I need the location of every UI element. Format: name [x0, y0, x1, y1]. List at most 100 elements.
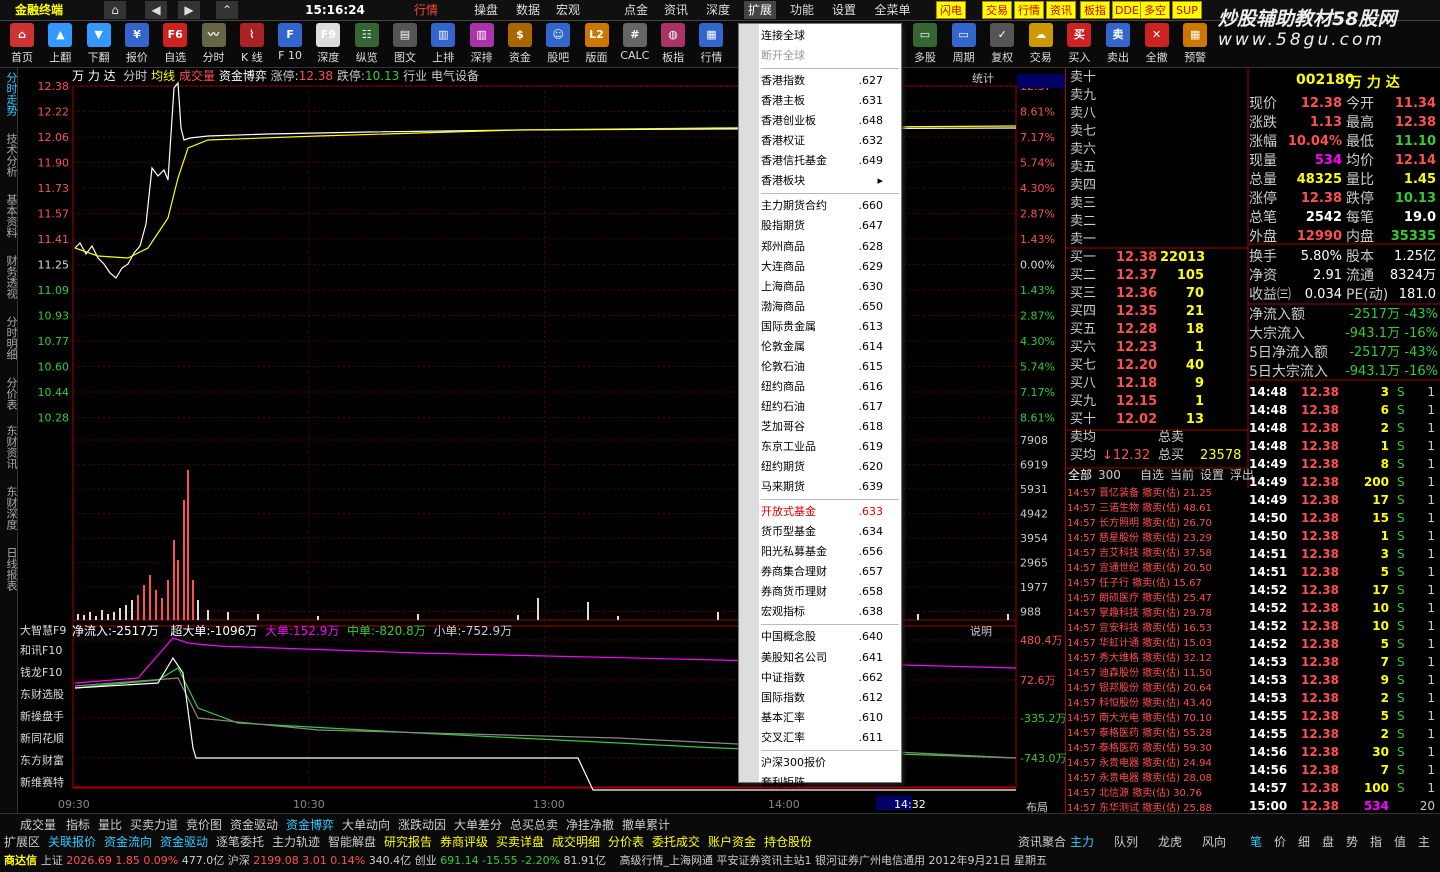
bottom-tab-2[interactable]: 量比: [98, 817, 122, 833]
quick-btn-6[interactable]: 多空: [1140, 1, 1170, 19]
menu-item-5[interactable]: 香港创业板 .648: [761, 111, 901, 131]
flow-side-2[interactable]: 东财选股: [20, 686, 64, 702]
menu-item-37[interactable]: 基本汇率 .610: [761, 708, 901, 728]
menu-item-22[interactable]: 东京工业品 .619: [761, 437, 901, 457]
menu-3[interactable]: 宏观: [552, 1, 584, 19]
news-tab-2[interactable]: 自选: [1140, 466, 1164, 484]
ext-tab-3[interactable]: 资金驱动: [160, 834, 208, 850]
flow-side-0[interactable]: 和讯F10: [20, 642, 62, 658]
ext-tab-5[interactable]: 主力轨迹: [272, 834, 320, 850]
tool-4[interactable]: F6 自选: [156, 23, 194, 67]
ext-tab-8[interactable]: 券商评级: [440, 834, 488, 850]
ext-tab-4[interactable]: 逐笔委托: [216, 834, 264, 850]
tool-3[interactable]: ¥ 报价: [118, 23, 156, 67]
news-row-11[interactable]: 14:57 秀大维格 撤卖(估) 32.12: [1067, 651, 1247, 666]
news-row-13[interactable]: 14:57 银邦股份 撤卖(估) 20.64: [1067, 681, 1247, 696]
ext-tab-12[interactable]: 委托成交: [652, 834, 700, 850]
tool-2[interactable]: ▼ 下翻: [80, 23, 118, 67]
bottom-tab-1[interactable]: 指标: [66, 817, 90, 833]
news-row-15[interactable]: 14:57 南大光电 撤卖(估) 70.10: [1067, 711, 1247, 726]
tool-r-5[interactable]: 卖卖出: [1099, 23, 1137, 67]
q-tab2-5[interactable]: 指: [1370, 834, 1382, 850]
mode-avg[interactable]: 均线: [151, 69, 175, 83]
tool-r-3[interactable]: ☁ 交易: [1022, 23, 1060, 67]
menu-item-1[interactable]: 断开全球: [761, 46, 901, 66]
bottom-tab-0[interactable]: 成交量: [20, 817, 56, 833]
menu-item-19[interactable]: 纽约商品 .616: [761, 377, 901, 397]
ext-tab-11[interactable]: 分价表: [608, 834, 644, 850]
bottom-tab-5[interactable]: 资金驱动: [230, 817, 278, 833]
left-tab-5[interactable]: 分价表: [0, 377, 18, 410]
ext-tab-14[interactable]: 持仓股份: [764, 834, 812, 850]
news-row-9[interactable]: 14:57 宜安科技 撤卖(估) 16.53: [1067, 621, 1247, 636]
bottom-tab-10[interactable]: 总买总卖: [510, 817, 558, 833]
menu-item-8[interactable]: 香港板块 ▸: [761, 171, 901, 191]
news-row-3[interactable]: 14:57 慈星股份 撤卖(估) 23.29: [1067, 531, 1247, 546]
menu-item-27[interactable]: 货币型基金 .634: [761, 522, 901, 542]
tool-r-6[interactable]: ✕ 全撤: [1138, 23, 1176, 67]
q-tab2-1[interactable]: 价: [1274, 834, 1286, 850]
mode-fund[interactable]: 资金博弈: [219, 69, 267, 83]
menu-item-11[interactable]: 股指期货 .647: [761, 216, 901, 236]
tool-17[interactable]: ◍ 板指: [654, 23, 692, 67]
quick-btn-3[interactable]: 资讯: [1046, 1, 1076, 19]
news-tab-3[interactable]: 当前: [1170, 466, 1194, 484]
news-tab-1[interactable]: 300: [1098, 466, 1121, 484]
news-row-4[interactable]: 14:57 吉艾科技 撤卖(估) 37.58: [1067, 546, 1247, 561]
menu-7[interactable]: 扩展: [744, 1, 776, 19]
tool-r-2[interactable]: ✓ 复权: [983, 23, 1021, 67]
news-row-2[interactable]: 14:57 长方照明 撤卖(估) 26.70: [1067, 516, 1247, 531]
q-tab2-4[interactable]: 势: [1346, 834, 1358, 850]
menu-item-21[interactable]: 芝加哥谷 .618: [761, 417, 901, 437]
news-row-0[interactable]: 14:57 晋亿装备 撤卖(估) 21.25: [1067, 486, 1247, 501]
q-tab-1[interactable]: 队列: [1114, 834, 1138, 850]
forward-icon[interactable]: ▶: [178, 1, 200, 19]
tool-5[interactable]: 〰分时: [195, 23, 233, 67]
q-tab-2[interactable]: 龙虎: [1158, 834, 1182, 850]
left-tab-2[interactable]: 基本资料: [0, 194, 18, 238]
tool-15[interactable]: L2 版面: [578, 23, 616, 67]
flow-side-4[interactable]: 新同花顺: [20, 730, 64, 746]
info-agg-tab[interactable]: 资讯聚合: [1018, 834, 1066, 850]
ext-tab-0[interactable]: 扩展区: [4, 834, 40, 850]
menu-item-3[interactable]: 香港指数 .627: [761, 71, 901, 91]
left-tab-4[interactable]: 分时明细: [0, 316, 18, 360]
left-tab-6[interactable]: 东财资讯: [0, 425, 18, 469]
left-tab-3[interactable]: 财务透视: [0, 255, 18, 299]
news-row-19[interactable]: 14:57 永贵电器 撤卖(估) 28.08: [1067, 771, 1247, 786]
menu-item-24[interactable]: 马来期货 .639: [761, 477, 901, 497]
bottom-tab-7[interactable]: 大单动向: [342, 817, 390, 833]
quick-btn-0[interactable]: 闪电手: [936, 1, 966, 35]
news-row-10[interactable]: 14:57 华虹计通 撤卖(估) 15.03: [1067, 636, 1247, 651]
q-tab-0[interactable]: 主力: [1070, 834, 1094, 850]
menu-item-41[interactable]: 套利矩阵: [761, 773, 901, 793]
quick-btn-1[interactable]: 交易: [982, 1, 1012, 19]
menu-0[interactable]: 行情: [410, 1, 442, 19]
tool-r-4[interactable]: 买买入: [1060, 23, 1098, 67]
bottom-tab-9[interactable]: 大单差分: [454, 817, 502, 833]
q-tab-3[interactable]: 风向: [1202, 834, 1226, 850]
q-tab2-3[interactable]: 盘: [1322, 834, 1334, 850]
back-icon[interactable]: ◀: [145, 1, 167, 19]
tool-8[interactable]: F9 深度: [309, 23, 347, 67]
q-tab2-7[interactable]: 主: [1418, 834, 1430, 850]
q-tab2-2[interactable]: 细: [1298, 834, 1310, 850]
quick-btn-4[interactable]: 板指: [1080, 1, 1110, 19]
menu-item-34[interactable]: 美股知名公司 .641: [761, 648, 901, 668]
quick-btn-5[interactable]: DDE: [1112, 1, 1142, 19]
ext-tab-13[interactable]: 账户资金: [708, 834, 756, 850]
tool-14[interactable]: ☺ 股吧: [539, 23, 577, 67]
flow-side-5[interactable]: 东方财富: [20, 752, 64, 768]
menu-item-18[interactable]: 伦敦石油 .615: [761, 357, 901, 377]
news-row-5[interactable]: 14:57 宜通世纪 撤卖(估) 20.50: [1067, 561, 1247, 576]
menu-item-6[interactable]: 香港权证 .632: [761, 131, 901, 151]
ext-tab-10[interactable]: 成交明细: [552, 834, 600, 850]
menu-item-7[interactable]: 香港信托基金 .649: [761, 151, 901, 171]
menu-item-15[interactable]: 渤海商品 .650: [761, 297, 901, 317]
tool-16[interactable]: # CALC: [616, 23, 654, 67]
menu-item-20[interactable]: 纽约石油 .617: [761, 397, 901, 417]
left-tab-0[interactable]: 分时走势: [0, 72, 18, 116]
tool-r-7[interactable]: ▦ 预警: [1176, 23, 1214, 67]
flow-help[interactable]: 说明: [970, 623, 992, 639]
q-tab2-0[interactable]: 笔: [1250, 834, 1262, 850]
